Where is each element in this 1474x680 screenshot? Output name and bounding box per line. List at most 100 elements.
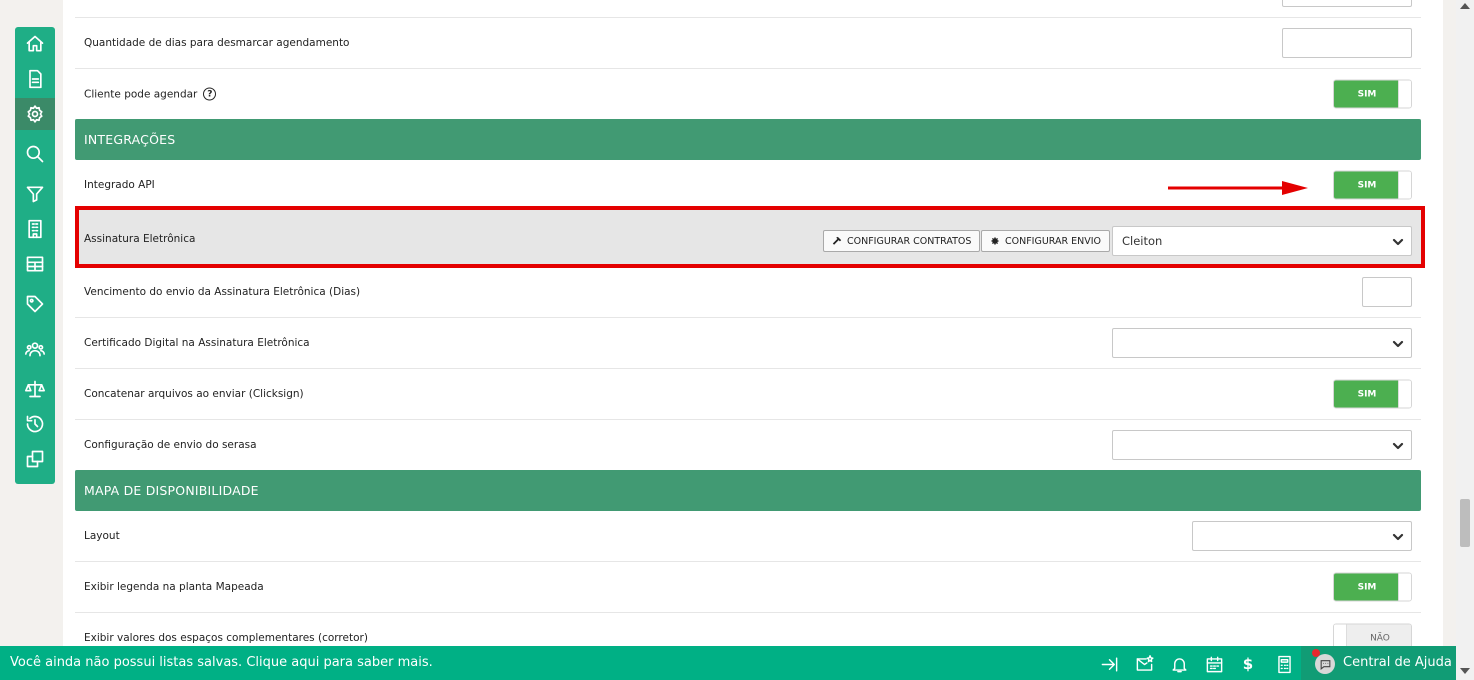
button-label: CONFIGURAR CONTRATOS xyxy=(847,235,972,247)
scroll-down-icon[interactable] xyxy=(1460,668,1470,674)
quantidade-dias-input[interactable] xyxy=(1282,28,1412,58)
gear-icon xyxy=(991,237,999,245)
row-label: Certificado Digital na Assinatura Eletrô… xyxy=(84,337,310,349)
row-label: Quantidade de dias para desmarcar agenda… xyxy=(84,37,350,49)
sidebar-item-table[interactable] xyxy=(15,248,55,280)
toggle-label: SIM xyxy=(1334,380,1400,408)
row-label: Exibir valores dos espaços complementare… xyxy=(84,632,368,644)
sidebar-item-documents[interactable] xyxy=(15,63,55,95)
calendar-icon xyxy=(1206,656,1222,672)
building-icon xyxy=(28,219,42,239)
mail-star-button[interactable] xyxy=(1134,654,1154,674)
sidebar-item-tags[interactable] xyxy=(15,288,55,320)
assinatura-eletronica-select[interactable]: Cleiton xyxy=(1112,226,1412,256)
bottom-bar: Você ainda não possui listas salvas. Cli… xyxy=(0,646,1456,680)
help-question-icon[interactable]: ? xyxy=(203,87,217,101)
chevron-down-icon xyxy=(1392,440,1404,452)
sidebar-item-users[interactable] xyxy=(15,333,55,365)
saved-lists-message-link[interactable]: Você ainda não possui listas salvas. Cli… xyxy=(10,655,433,670)
layout-select[interactable] xyxy=(1192,521,1412,551)
row-label: Exibir legenda na planta Mapeada xyxy=(84,581,264,593)
cliente-pode-agendar-toggle[interactable]: SIM xyxy=(1333,79,1412,109)
document-icon xyxy=(29,69,42,89)
help-center-label: Central de Ajuda xyxy=(1343,655,1452,670)
row-label: Integrado API xyxy=(84,179,155,191)
dollar-icon: $ xyxy=(1242,655,1254,673)
home-icon xyxy=(26,35,44,52)
row-label: Layout xyxy=(84,530,120,542)
calendar-button[interactable] xyxy=(1204,654,1224,674)
row-certificado: Certificado Digital na Assinatura Eletrô… xyxy=(75,318,1421,369)
sidebar-item-filter[interactable] xyxy=(15,178,55,210)
section-header-integracoes: INTEGRAÇÕES xyxy=(75,119,1421,160)
row-concatenar: Concatenar arquivos ao enviar (Clicksign… xyxy=(75,369,1421,420)
row-label: Configuração de envio do serasa xyxy=(84,439,257,451)
row-label: Vencimento do envio da Assinatura Eletrô… xyxy=(84,286,361,298)
settings-panel: Quantidade de dias para desmarcar agenda… xyxy=(63,0,1443,664)
finance-button[interactable]: $ xyxy=(1238,654,1258,674)
sidebar-item-settings[interactable] xyxy=(15,98,55,130)
notification-dot xyxy=(1312,649,1320,657)
number-input-top[interactable] xyxy=(1282,0,1412,7)
chevron-down-icon xyxy=(1392,236,1404,248)
filter-icon xyxy=(26,186,44,203)
sidebar-item-home[interactable] xyxy=(15,28,55,60)
mail-star-icon xyxy=(1136,654,1154,671)
row-label: Cliente pode agendar ? xyxy=(84,87,217,101)
calculator-button[interactable] xyxy=(1274,654,1294,674)
notifications-button[interactable] xyxy=(1169,654,1189,674)
row-cliente-pode-agendar: Cliente pode agendar ? SIM xyxy=(75,69,1421,120)
history-icon xyxy=(26,415,44,433)
toggle-label: SIM xyxy=(1334,80,1400,108)
scroll-thumb[interactable] xyxy=(1460,499,1470,547)
integrado-api-toggle[interactable]: SIM xyxy=(1333,170,1412,200)
search-icon xyxy=(26,145,44,163)
section-header-mapa: MAPA DE DISPONIBILIDADE xyxy=(75,470,1421,511)
left-sidebar xyxy=(15,27,55,484)
vencimento-dias-input[interactable] xyxy=(1362,277,1412,307)
configurar-contratos-button[interactable]: CONFIGURAR CONTRATOS xyxy=(823,230,981,252)
sidebar-item-history[interactable] xyxy=(15,408,55,440)
copy-icon xyxy=(26,450,44,468)
red-arrow-annotation xyxy=(1168,181,1308,195)
row-serasa: Configuração de envio do serasa xyxy=(75,420,1421,471)
sidebar-item-copy[interactable] xyxy=(15,443,55,475)
calculator-icon xyxy=(1277,655,1291,673)
sidebar-item-buildings[interactable] xyxy=(15,213,55,245)
toggle-knob xyxy=(1398,80,1411,108)
row-vencimento: Vencimento do envio da Assinatura Eletrô… xyxy=(75,267,1421,318)
row-label: Concatenar arquivos ao enviar (Clicksign… xyxy=(84,388,304,400)
collapse-arrow-icon xyxy=(1101,656,1117,672)
row-assinatura-eletronica: Assinatura Eletrônica CONFIGURAR CONTRAT… xyxy=(75,211,1421,266)
row-layout: Layout xyxy=(75,511,1421,562)
tag-icon xyxy=(26,295,44,313)
sidebar-item-legal[interactable] xyxy=(15,373,55,405)
select-value: Cleiton xyxy=(1122,234,1163,248)
gear-icon xyxy=(27,105,43,123)
concatenar-toggle[interactable]: SIM xyxy=(1333,379,1412,409)
table-row xyxy=(75,0,1421,18)
certificado-digital-select[interactable] xyxy=(1112,328,1412,358)
collapse-arrow-button[interactable] xyxy=(1099,654,1119,674)
hammer-icon xyxy=(832,236,842,245)
help-center-button[interactable]: Central de Ajuda xyxy=(1301,646,1456,680)
users-icon xyxy=(25,342,45,357)
row-label: Assinatura Eletrônica xyxy=(84,233,196,245)
scale-icon xyxy=(25,380,45,398)
chevron-down-icon xyxy=(1392,531,1404,543)
vertical-scrollbar[interactable] xyxy=(1456,0,1474,680)
chevron-down-icon xyxy=(1392,338,1404,350)
serasa-select[interactable] xyxy=(1112,430,1412,460)
configurar-envio-button[interactable]: CONFIGURAR ENVIO xyxy=(981,230,1111,252)
chat-icon xyxy=(1315,654,1335,674)
sidebar-item-search[interactable] xyxy=(15,138,55,170)
toggle-label: SIM xyxy=(1334,573,1400,601)
cliente-pode-agendar-label: Cliente pode agendar xyxy=(84,88,198,100)
toggle-knob xyxy=(1398,380,1411,408)
button-label: CONFIGURAR ENVIO xyxy=(1005,235,1102,247)
scroll-up-icon[interactable] xyxy=(1460,3,1470,9)
row-quantidade-dias: Quantidade de dias para desmarcar agenda… xyxy=(75,18,1421,69)
toggle-label: SIM xyxy=(1334,171,1400,199)
legenda-toggle[interactable]: SIM xyxy=(1333,572,1412,602)
table-icon xyxy=(26,256,44,272)
